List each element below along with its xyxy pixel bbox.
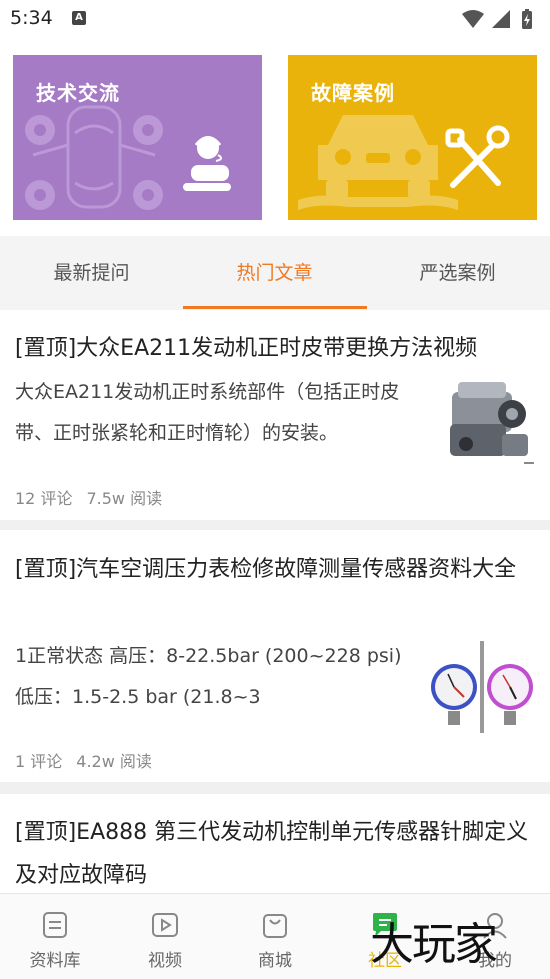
status-time: 5:34 bbox=[10, 7, 53, 29]
article-summary: 大众EA211发动机正时系统部件（包括正时皮带、正时张紧轮和正时惰轮）的安装。 bbox=[15, 381, 400, 444]
tab-bar: 最新提问 热门文章 严选案例 bbox=[0, 236, 550, 310]
document-icon bbox=[43, 912, 67, 938]
nav-item-library[interactable]: 资料库 bbox=[0, 894, 110, 979]
article-card[interactable]: [置顶]汽车空调压力表检修故障测量传感器资料大全 1正常状态 高压：8-22.5… bbox=[0, 530, 550, 782]
shopping-bag-icon bbox=[263, 914, 287, 938]
tab-latest-questions[interactable]: 最新提问 bbox=[0, 236, 183, 310]
comment-count: 12 评论 bbox=[15, 489, 73, 508]
article-meta: 1 评论 4.2w 阅读 bbox=[15, 748, 152, 772]
nav-label: 视频 bbox=[148, 951, 182, 971]
wrench-tools-icon bbox=[445, 125, 510, 188]
nav-item-video[interactable]: 视频 bbox=[110, 894, 220, 979]
tab-hot-articles[interactable]: 热门文章 bbox=[183, 236, 366, 310]
notification-letter: A bbox=[75, 12, 83, 23]
active-tab-indicator bbox=[183, 306, 367, 309]
signal-icon bbox=[492, 10, 510, 28]
nav-label: 商城 bbox=[258, 951, 292, 971]
notification-icon: A bbox=[72, 11, 86, 25]
status-icons bbox=[460, 8, 540, 30]
nav-item-mall[interactable]: 商城 bbox=[220, 894, 330, 979]
support-agent-icon bbox=[183, 136, 231, 191]
status-bar: 5:34 A bbox=[0, 0, 550, 38]
article-title[interactable]: [置顶]EA888 第三代发动机控制单元传感器针脚定义及对应故障码 bbox=[15, 811, 530, 893]
pressure-gauge-thumbnail bbox=[431, 641, 533, 733]
read-count: 4.2w 阅读 bbox=[76, 752, 152, 771]
article-card[interactable]: [置顶]大众EA211发动机正时皮带更换方法视频 大众EA211发动机正时系统部… bbox=[0, 310, 550, 520]
article-title[interactable]: [置顶]大众EA211发动机正时皮带更换方法视频 bbox=[15, 327, 530, 370]
engine-thumbnail bbox=[450, 382, 534, 464]
banner-tech-title: 技术交流 bbox=[36, 81, 120, 105]
article-feed[interactable]: [置顶]大众EA211发动机正时皮带更换方法视频 大众EA211发动机正时系统部… bbox=[0, 310, 550, 893]
comment-count: 1 评论 bbox=[15, 752, 63, 771]
watermark: 大玩家 bbox=[370, 919, 498, 970]
wifi-icon bbox=[462, 10, 484, 28]
banner-tech-exchange[interactable]: 技术交流 bbox=[13, 55, 262, 220]
banner-row: 技术交流 故障案例 bbox=[13, 55, 537, 220]
banner-fault-cases[interactable]: 故障案例 bbox=[288, 55, 537, 220]
read-count: 7.5w 阅读 bbox=[86, 489, 163, 508]
nav-label: 资料库 bbox=[29, 951, 81, 971]
article-summary: 1正常状态 高压：8-22.5bar (200~228 psi) 低压：1.5-… bbox=[15, 645, 402, 708]
banner-case-title: 故障案例 bbox=[311, 81, 395, 105]
tab-selected-cases[interactable]: 严选案例 bbox=[366, 236, 549, 310]
article-meta: 12 评论 7.5w 阅读 bbox=[15, 485, 162, 509]
article-title[interactable]: [置顶]汽车空调压力表检修故障测量传感器资料大全 bbox=[15, 548, 530, 591]
video-icon bbox=[152, 913, 178, 937]
article-card[interactable]: [置顶]EA888 第三代发动机控制单元传感器针脚定义及对应故障码 bbox=[0, 794, 550, 893]
